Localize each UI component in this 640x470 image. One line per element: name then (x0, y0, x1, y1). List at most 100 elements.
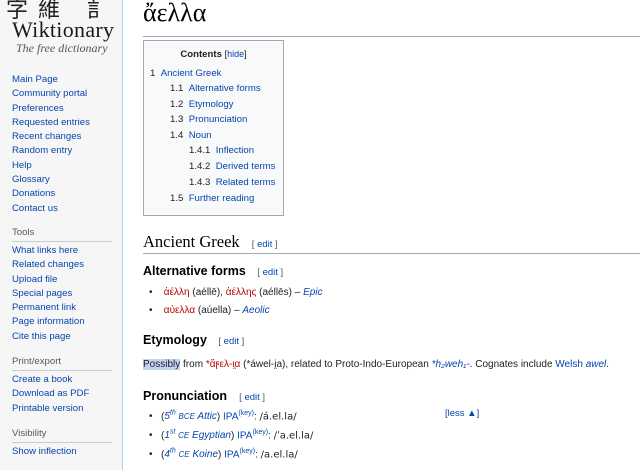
toc-link[interactable]: Alternative forms (189, 83, 261, 94)
ipa-link[interactable]: IPA (224, 449, 239, 460)
print-export-heading: Print/export (12, 356, 62, 367)
etymology-text: Possibly from *ἄϝελ-ι̯α (*áwel-i̯a), rel… (143, 359, 609, 370)
main-navigation: Main Page Community portal Preferences R… (12, 73, 90, 216)
section-heading-pronunciation: Pronunciation [ edit ] (143, 385, 265, 405)
toc-item[interactable]: 1.5 Further reading (170, 193, 254, 204)
toc-link[interactable]: Noun (189, 130, 212, 141)
nav-create-a-book[interactable]: Create a book (12, 373, 89, 387)
nav-permanent-link[interactable]: Permanent link (12, 301, 85, 315)
visibility-navigation: Show inflection (12, 445, 77, 459)
edit-section-link[interactable]: [ edit ] (218, 336, 244, 347)
text: . Cognates include (469, 359, 553, 370)
ipa-link[interactable]: IPA (223, 411, 238, 422)
toc-item[interactable]: 1.4.2 Derived terms (189, 161, 275, 172)
edit-section-link[interactable]: [ edit ] (252, 239, 278, 250)
toc-number: 1.5 (170, 193, 184, 204)
dialect-link[interactable]: 5th BCE Attic (164, 410, 217, 422)
transliteration: (*áwel-i̯a) (243, 359, 286, 370)
greek-word-link[interactable]: ἀέλλης (226, 287, 257, 298)
nav-show-inflection[interactable]: Show inflection (12, 445, 77, 459)
toc-link[interactable]: Ancient Greek (161, 68, 222, 79)
nav-community-portal[interactable]: Community portal (12, 87, 90, 101)
logo-title[interactable]: Wiktionary (12, 17, 114, 43)
edit-section-link[interactable]: [ edit ] (239, 392, 265, 403)
edit-link[interactable]: edit (244, 392, 259, 403)
dash: – (294, 287, 301, 298)
era: CE (178, 450, 190, 460)
nav-page-information[interactable]: Page information (12, 315, 85, 329)
collapse-toggle[interactable]: [less ▲] (445, 408, 479, 419)
section-divider (143, 253, 640, 254)
toc-number: 1.4 (170, 130, 184, 141)
toc-item[interactable]: 1.4.3 Related terms (189, 177, 275, 188)
dialect-link[interactable]: Epic (303, 287, 322, 298)
title-divider (143, 36, 640, 37)
bullet-icon: • (149, 430, 153, 442)
toc-number: 1.4.3 (189, 177, 211, 188)
visibility-divider (12, 442, 112, 443)
greek-word-link[interactable]: ἀέλλη (164, 287, 190, 298)
era: CE (178, 431, 190, 441)
toc-link[interactable]: Etymology (189, 99, 234, 110)
page-title: ἄελλα (143, 0, 207, 27)
toc-item[interactable]: 1.3 Pronunciation (170, 114, 247, 125)
nav-contact-us[interactable]: Contact us (12, 202, 90, 216)
edit-link[interactable]: edit (224, 336, 239, 347)
toc-header: Contents [hide] (144, 49, 283, 60)
dialect-link[interactable]: 1st CE Egyptian (164, 429, 231, 441)
toc-hide-link[interactable]: hide (227, 49, 244, 59)
toc-link[interactable]: Inflection (216, 145, 254, 156)
pie-root-link[interactable]: *h₂weh₁- (432, 359, 470, 370)
edit-link[interactable]: edit (257, 239, 272, 250)
text: : (253, 411, 257, 423)
text: ) (216, 411, 221, 423)
nav-download-pdf[interactable]: Download as PDF (12, 387, 89, 401)
transliteration: (aéllē) (192, 287, 221, 298)
nav-special-pages[interactable]: Special pages (12, 287, 85, 301)
ipa-key-link[interactable]: (key) (252, 429, 268, 436)
nav-upload-file[interactable]: Upload file (12, 273, 85, 287)
toc-item[interactable]: 1 Ancient Greek (150, 68, 221, 79)
dialect-link[interactable]: Aeolic (242, 305, 269, 316)
toc-link[interactable]: Related terms (216, 177, 276, 188)
toc-item[interactable]: 1.4.1 Inflection (189, 145, 254, 156)
edit-link[interactable]: edit (263, 267, 278, 278)
toc-number: 1.4.2 (189, 161, 211, 172)
toc-title: Contents (180, 49, 222, 60)
toc-item[interactable]: 1.4 Noun (170, 130, 212, 141)
nav-cite-this-page[interactable]: Cite this page (12, 330, 85, 344)
toc-item[interactable]: 1.2 Etymology (170, 99, 233, 110)
nav-glossary[interactable]: Glossary (12, 173, 90, 187)
tools-heading: Tools (12, 227, 35, 238)
ipa-transcription: /ˈa.el.la/ (273, 430, 314, 442)
greek-word-link[interactable]: αὐελλα (164, 305, 195, 316)
nav-what-links-here[interactable]: What links here (12, 244, 85, 258)
section-heading-ancient-greek: Ancient Greek [ edit ] (143, 232, 278, 252)
toc-link[interactable]: Derived terms (216, 161, 276, 172)
nav-preferences[interactable]: Preferences (12, 102, 90, 116)
nav-recent-changes[interactable]: Recent changes (12, 130, 90, 144)
section-heading-etymology: Etymology [ edit ] (143, 333, 244, 347)
visibility-heading: Visibility (12, 428, 47, 439)
nav-help[interactable]: Help (12, 159, 90, 173)
nav-related-changes[interactable]: Related changes (12, 258, 85, 272)
edit-section-link[interactable]: [ edit ] (257, 267, 283, 278)
cognate-link[interactable]: awel (586, 359, 607, 370)
ordinal: th (169, 410, 176, 417)
nav-donations[interactable]: Donations (12, 187, 90, 201)
ordinal: st (169, 429, 176, 436)
transliteration: (aéllēs) (259, 287, 292, 298)
toc-link[interactable]: Pronunciation (189, 114, 248, 125)
nav-main-page[interactable]: Main Page (12, 73, 90, 87)
nav-printable-version[interactable]: Printable version (12, 402, 89, 416)
ipa-link[interactable]: IPA (237, 430, 252, 441)
toc-item[interactable]: 1.1 Alternative forms (170, 83, 261, 94)
nav-requested-entries[interactable]: Requested entries (12, 116, 90, 130)
toc-link[interactable]: Further reading (189, 193, 255, 204)
dialect-link[interactable]: 4th CE Koine (164, 448, 218, 460)
language-link[interactable]: Welsh (555, 359, 583, 370)
toc-hide-toggle[interactable]: [hide] (225, 49, 247, 59)
ipa-transcription: /a.el.la/ (260, 449, 298, 461)
nav-random-entry[interactable]: Random entry (12, 144, 90, 158)
ipa-key-link[interactable]: (key) (238, 410, 254, 417)
